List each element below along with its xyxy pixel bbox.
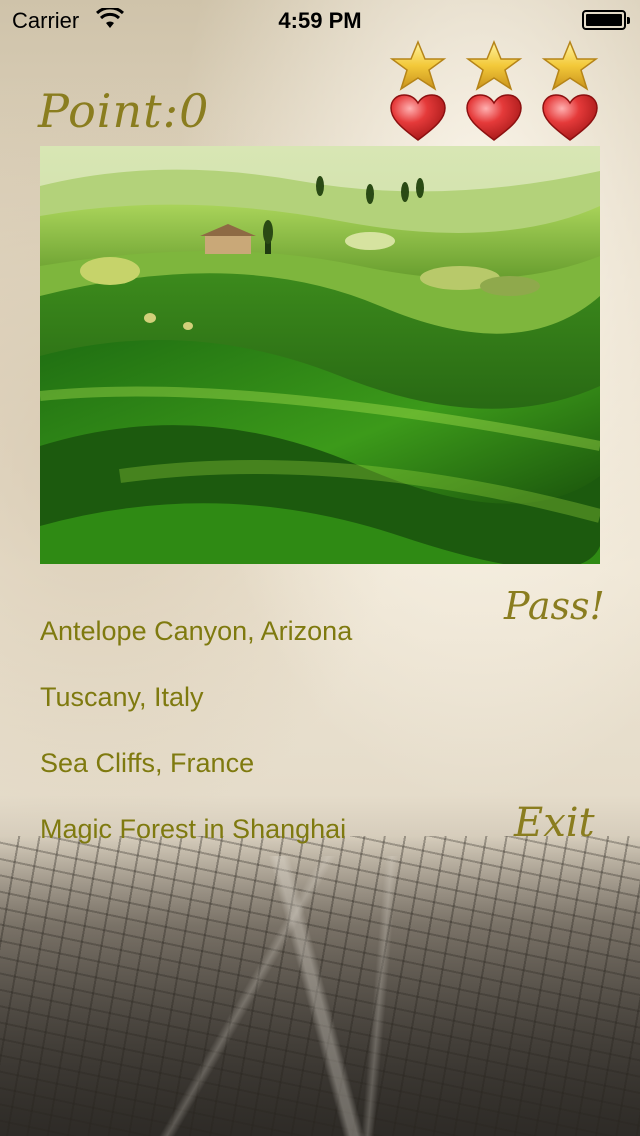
answer-option[interactable]: Tuscany, Italy <box>40 682 204 713</box>
star-icon <box>389 40 447 91</box>
star-icon <box>541 40 599 91</box>
exit-button[interactable]: Exit <box>514 800 595 846</box>
status-bar: Carrier 4:59 PM <box>0 0 640 40</box>
clock: 4:59 PM <box>278 8 362 33</box>
landscape-photo-icon <box>40 146 600 564</box>
lives-row <box>388 94 604 144</box>
heart-icon <box>466 94 522 141</box>
points-score: Point:0 <box>38 84 210 138</box>
battery-icon <box>582 10 630 30</box>
city-roads <box>0 856 640 1136</box>
answer-option[interactable]: Antelope Canyon, Arizona <box>40 616 352 647</box>
answer-option[interactable]: Magic Forest in Shanghai <box>40 814 346 845</box>
heart-icon <box>542 94 598 141</box>
heart-icon <box>390 94 446 141</box>
star-icon <box>465 40 523 91</box>
stars-row <box>388 40 604 92</box>
quiz-photo <box>40 146 600 564</box>
pass-button[interactable]: Pass! <box>504 584 605 628</box>
answer-option[interactable]: Sea Cliffs, France <box>40 748 254 779</box>
